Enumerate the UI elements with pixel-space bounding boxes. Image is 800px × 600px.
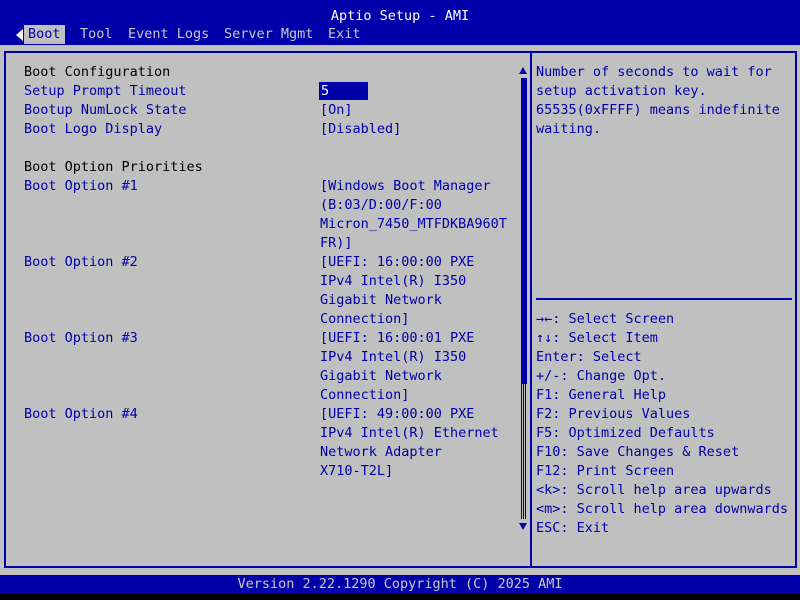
help-description-line: Number of seconds to wait for (536, 64, 772, 80)
help-key-f12: F12: Print Screen (536, 463, 675, 479)
boot-option-2-value-line[interactable]: Gigabit Network (320, 291, 442, 310)
title-bar: Aptio Setup - AMI Boot Tool Event Logs S… (0, 0, 800, 45)
boot-option-1-label[interactable]: Boot Option #1 (24, 177, 138, 196)
help-key-f5: F5: Optimized Defaults (536, 425, 715, 441)
scrollbar-thumb[interactable] (521, 78, 527, 384)
boot-option-3-value-line[interactable]: Connection] (320, 386, 409, 405)
tab-tool[interactable]: Tool (80, 25, 113, 44)
panel-divider (530, 51, 532, 568)
boot-logo-label[interactable]: Boot Logo Display (24, 120, 162, 139)
boot-logo-value[interactable]: [Disabled] (320, 120, 401, 139)
boot-option-2-value-line[interactable]: [UEFI: 16:00:00 PXE (320, 253, 474, 272)
help-key-scroll-down: <m>: Scroll help area downwards (536, 501, 788, 517)
section-boot-configuration: Boot Configuration (24, 64, 171, 80)
boot-option-3-value-line[interactable]: IPv4 Intel(R) I350 (320, 348, 466, 367)
help-key-scroll-up: <k>: Scroll help area upwards (536, 482, 772, 498)
setup-prompt-timeout-label[interactable]: Setup Prompt Timeout (24, 82, 187, 101)
boot-option-3-value-line[interactable]: Gigabit Network (320, 367, 442, 386)
bootup-numlock-label[interactable]: Bootup NumLock State (24, 101, 187, 120)
help-key-f1: F1: General Help (536, 387, 667, 403)
boot-option-1-value-line[interactable]: (B:03/D:00/F:00 (320, 196, 442, 215)
boot-option-4-value-line[interactable]: X710-T2L] (320, 462, 393, 481)
help-key-select-item: ↑↓: Select Item (536, 330, 658, 346)
help-divider (536, 298, 792, 300)
help-key-f10: F10: Save Changes & Reset (536, 444, 740, 460)
scrollbar-track[interactable] (521, 384, 527, 519)
help-key-change-opt: +/-: Change Opt. (536, 368, 667, 384)
bootup-numlock-value[interactable]: [On] (320, 101, 353, 120)
section-boot-option-priorities: Boot Option Priorities (24, 159, 203, 175)
boot-option-2-value-line[interactable]: Connection] (320, 310, 409, 329)
scroll-down-arrow-icon[interactable] (519, 523, 527, 530)
help-key-select-screen: →←: Select Screen (536, 311, 675, 327)
boot-option-4-value-line[interactable]: [UEFI: 49:00:00 PXE (320, 405, 474, 424)
help-description-line: setup activation key. (536, 83, 707, 99)
boot-option-3-label[interactable]: Boot Option #3 (24, 329, 138, 348)
window-title: Aptio Setup - AMI (330, 8, 470, 24)
tab-bar: Boot Tool Event Logs Server Mgmt Exit (0, 25, 800, 44)
boot-option-1-value-line[interactable]: Micron_7450_MTFDKBA960T (320, 215, 507, 234)
tab-boot[interactable]: Boot (24, 25, 65, 44)
footer-version: Version 2.22.1290 Copyright (C) 2025 AMI (0, 575, 800, 594)
tab-event-logs[interactable]: Event Logs (128, 25, 209, 44)
scroll-up-arrow-icon[interactable] (519, 67, 527, 74)
boot-option-2-label[interactable]: Boot Option #2 (24, 253, 138, 272)
help-key-f2: F2: Previous Values (536, 406, 691, 422)
boot-option-3-value-line[interactable]: [UEFI: 16:00:01 PXE (320, 329, 474, 348)
boot-option-2-value-line[interactable]: IPv4 Intel(R) I350 (320, 272, 466, 291)
boot-option-4-label[interactable]: Boot Option #4 (24, 405, 138, 424)
boot-option-4-value-line[interactable]: Network Adapter (320, 443, 442, 462)
help-key-esc: ESC: Exit (536, 520, 610, 536)
help-key-enter: Enter: Select (536, 349, 642, 365)
help-description-line: waiting. (536, 121, 602, 137)
boot-option-4-value-line[interactable]: IPv4 Intel(R) Ethernet (320, 424, 499, 443)
setup-prompt-timeout-field[interactable]: 5 (319, 82, 368, 100)
tab-exit[interactable]: Exit (328, 25, 361, 44)
boot-option-1-value-line[interactable]: [Windows Boot Manager (320, 177, 491, 196)
help-description-line: 65535(0xFFFF) means indefinite (536, 102, 780, 118)
boot-option-1-value-line[interactable]: FR)] (320, 234, 353, 253)
main-panel: Boot Configuration Setup Prompt Timeout … (0, 45, 800, 575)
tab-server-mgmt[interactable]: Server Mgmt (224, 25, 313, 44)
